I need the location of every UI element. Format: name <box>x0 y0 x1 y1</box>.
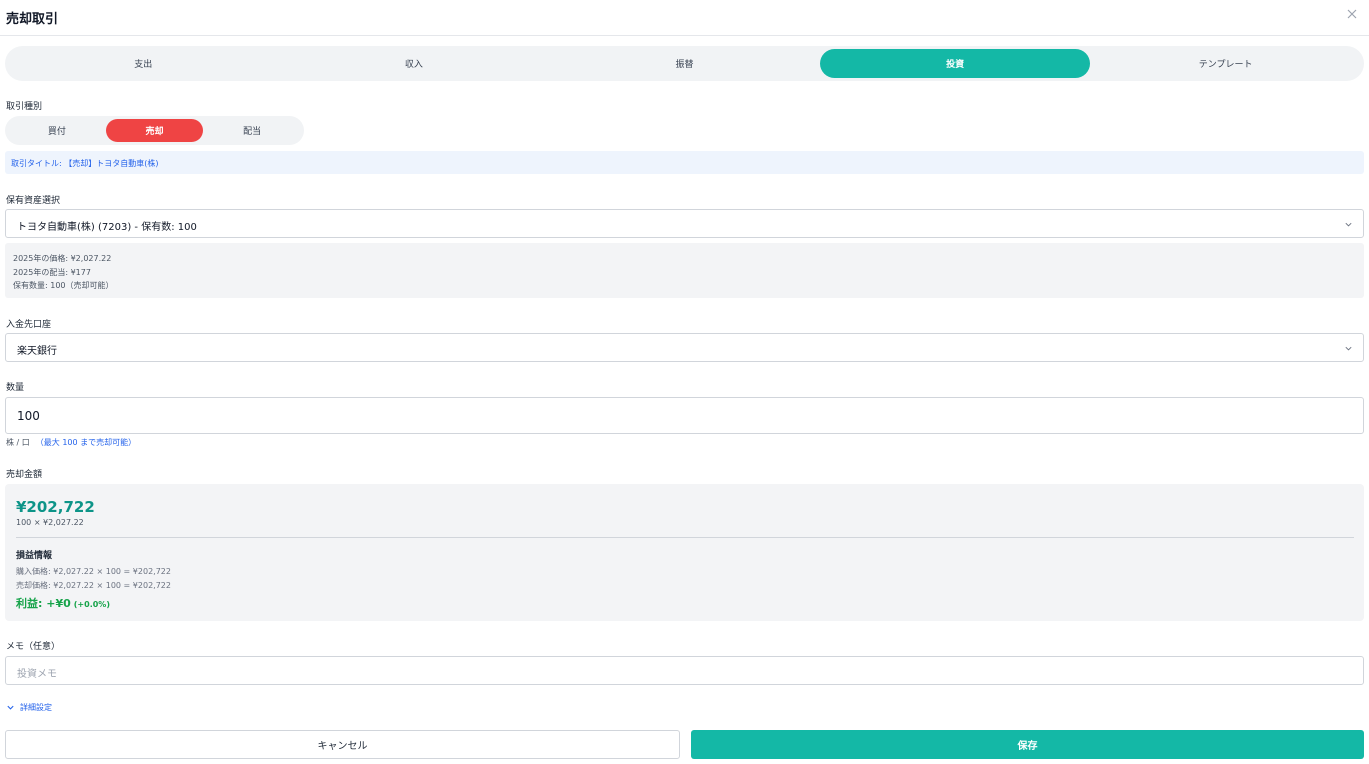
memo-label: メモ（任意） <box>6 642 61 652</box>
sale-total-amount: ¥202,722 <box>16 498 95 516</box>
dialog-header: 売却取引 <box>0 0 1369 36</box>
quantity-hint: 株 / 口 （最大 100 まで売却可能） <box>6 437 136 448</box>
sale-price-line: 売却価格: ¥2,027.22 × 100 = ¥202,722 <box>16 581 171 590</box>
sale-amount-calc: 100 × ¥2,027.22 <box>16 518 84 527</box>
profit-loss-title: 損益情報 <box>16 551 53 561</box>
transaction-type-selector: 買付 売却 配当 <box>5 116 304 145</box>
memo-input[interactable]: 投資メモ <box>5 656 1364 685</box>
profit-value: 利益: +¥0 (+0.0%) <box>16 595 110 611</box>
chevron-down-icon <box>7 705 14 710</box>
asset-select-label: 保有資産選択 <box>6 196 61 206</box>
transaction-title-banner: 取引タイトル: 【売却】トヨタ自動車(株) <box>5 151 1364 174</box>
tab-investment[interactable]: 投資 <box>819 49 1091 78</box>
type-buy-option[interactable]: 買付 <box>8 119 106 142</box>
chevron-down-icon <box>1345 346 1352 351</box>
purchase-price-line: 購入価格: ¥2,027.22 × 100 = ¥202,722 <box>16 567 171 576</box>
divider <box>16 537 1354 538</box>
deposit-account-select[interactable]: 楽天銀行 <box>5 333 1364 362</box>
asset-holding-info: 保有数量: 100（売却可能） <box>13 281 114 290</box>
quantity-unit: 株 / 口 <box>6 438 30 447</box>
type-dividend-option[interactable]: 配当 <box>203 119 301 142</box>
tab-transfer[interactable]: 振替 <box>549 49 820 78</box>
asset-price-info: 2025年の価格: ¥2,027.22 <box>13 254 112 263</box>
cancel-button[interactable]: キャンセル <box>5 730 680 759</box>
deposit-account-label: 入金先口座 <box>6 320 52 330</box>
type-sell-option[interactable]: 売却 <box>105 119 204 142</box>
transaction-type-label: 取引種別 <box>6 102 43 112</box>
asset-info-box: 2025年の価格: ¥2,027.22 2025年の配当: ¥177 保有数量:… <box>5 243 1364 298</box>
close-icon[interactable] <box>1345 7 1359 21</box>
sale-amount-label: 売却金額 <box>6 470 43 480</box>
profit-percentage: (+0.0%) <box>73 600 110 609</box>
advanced-settings-toggle[interactable]: 詳細設定 <box>6 702 52 713</box>
quantity-label: 数量 <box>6 383 25 393</box>
asset-select[interactable]: トヨタ自動車(株) (7203) - 保有数: 100 <box>5 209 1364 238</box>
dialog-title: 売却取引 <box>6 12 59 27</box>
quantity-max-hint: （最大 100 まで売却可能） <box>35 438 137 447</box>
asset-dividend-info: 2025年の配当: ¥177 <box>13 267 91 277</box>
quantity-input[interactable]: 100 <box>5 397 1364 434</box>
advanced-settings-label: 詳細設定 <box>20 703 52 712</box>
deposit-account-value: 楽天銀行 <box>17 346 57 357</box>
asset-select-value: トヨタ自動車(株) (7203) - 保有数: 100 <box>17 222 197 233</box>
save-button[interactable]: 保存 <box>691 730 1364 759</box>
category-tabs: 支出 収入 振替 投資 テンプレート <box>5 46 1364 81</box>
chevron-down-icon <box>1345 222 1352 227</box>
tab-income[interactable]: 収入 <box>279 49 550 78</box>
profit-amount: 利益: +¥0 <box>16 597 71 610</box>
tab-template[interactable]: テンプレート <box>1090 49 1361 78</box>
tab-expense[interactable]: 支出 <box>8 49 279 78</box>
sale-amount-box: ¥202,722 100 × ¥2,027.22 損益情報 購入価格: ¥2,0… <box>5 484 1364 621</box>
